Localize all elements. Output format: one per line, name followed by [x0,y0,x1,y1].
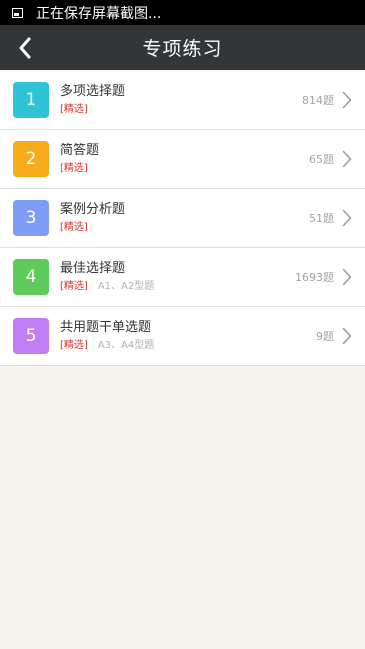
header-bar: 专项练习 [0,25,365,70]
chevron-right-icon [340,149,354,169]
item-title: 案例分析题 [60,202,126,217]
list-item[interactable]: 4 最佳选择题 [精选] A1、A2型题 1693题 [0,247,365,306]
item-subtitle: A1、A2型题 [97,281,155,292]
number-badge: 1 [13,81,49,118]
number-badge: 4 [13,259,49,295]
question-count: 1693题 [295,271,334,284]
number-badge: 5 [13,318,49,354]
featured-tag: [精选] [60,340,88,351]
page-title: 专项练习 [142,38,223,60]
question-count: 9题 [316,330,334,343]
status-bar: 正在保存屏幕截图... [0,0,365,25]
back-button[interactable] [8,31,42,65]
chevron-right-icon [340,90,354,110]
item-title: 共用题干单选题 [60,320,152,335]
chevron-right-icon [340,267,354,287]
screenshot-icon [12,7,23,18]
item-title: 最佳选择题 [60,261,126,276]
list-item[interactable]: 3 案例分析题 [精选] 51题 [0,188,365,247]
featured-tag: [精选] [60,163,88,174]
number-badge: 2 [13,141,49,177]
featured-tag: [精选] [60,222,88,233]
number-badge: 3 [13,200,49,236]
item-title: 多项选择题 [60,83,126,99]
question-count: 65题 [309,153,334,166]
practice-list: 1 多项选择题 [精选] 814题 2 简答题 [精选] 65题 3 案例分析题… [0,70,365,366]
list-item[interactable]: 5 共用题干单选题 [精选] A3、A4型题 9题 [0,306,365,365]
item-title: 简答题 [60,143,100,158]
status-text: 正在保存屏幕截图... [36,5,162,22]
question-count: 814题 [302,93,334,107]
chevron-right-icon [340,208,354,228]
item-subtitle: A3、A4型题 [97,340,155,351]
list-item[interactable]: 1 多项选择题 [精选] 814题 [0,70,365,129]
question-count: 51题 [309,212,334,225]
featured-tag: [精选] [60,103,88,115]
featured-tag: [精选] [60,281,88,292]
chevron-right-icon [340,326,354,346]
back-arrow-icon [19,37,31,59]
list-item[interactable]: 2 简答题 [精选] 65题 [0,129,365,188]
